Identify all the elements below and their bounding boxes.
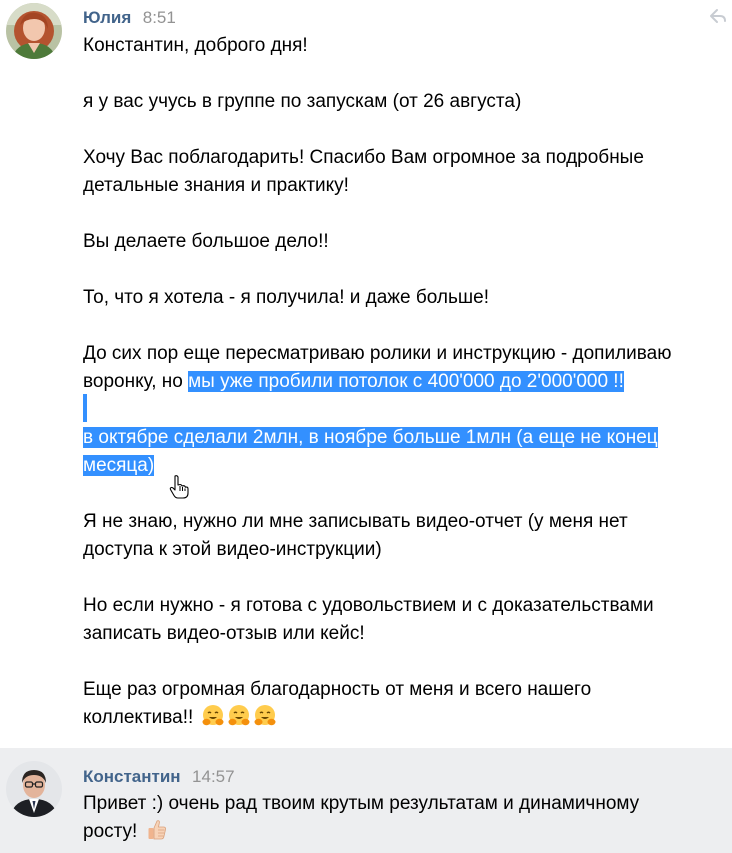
- selected-text: в октябре сделали 2млн, в ноябре больше …: [83, 427, 658, 448]
- message-line: записать видео-отзыв или кейс!: [83, 623, 365, 644]
- message-text: коллектива!!: [83, 707, 199, 728]
- author-name[interactable]: Константин: [83, 767, 181, 786]
- message-line: Константин, доброго дня!: [83, 35, 308, 56]
- message-line: Вы делаете большое дело!!: [83, 231, 329, 252]
- message-konstantin: Константин 14:57 Привет :) очень рад тво…: [0, 748, 732, 853]
- message-text: воронку, но: [83, 371, 189, 392]
- message-line: я у вас учусь в группе по запускам (от 2…: [83, 91, 522, 112]
- message-line: Привет :) очень рад твоим крутым результ…: [83, 793, 640, 814]
- message-header: Юлия 8:51: [83, 8, 176, 30]
- hand-pointer-cursor-icon: [168, 474, 190, 500]
- avatar-yulia[interactable]: [6, 3, 62, 59]
- message-line: месяца): [83, 452, 155, 480]
- message-time[interactable]: 8:51: [143, 8, 176, 27]
- message-text: росту!: [83, 821, 143, 842]
- message-line: воронку, но мы уже пробили потолок с 400…: [83, 368, 624, 396]
- thumbs-up-icon: [145, 818, 169, 842]
- message-time[interactable]: 14:57: [192, 767, 235, 786]
- hugging-face-icon: [227, 704, 251, 728]
- message-header: Константин 14:57: [83, 767, 235, 789]
- author-name[interactable]: Юлия: [83, 8, 131, 27]
- message-line: Хочу Вас поблагодарить! Спасибо Вам огро…: [83, 147, 644, 168]
- avatar-konstantin[interactable]: [6, 761, 62, 817]
- selected-text: мы уже пробили потолок с 400'000 до 2'00…: [188, 371, 624, 392]
- hugging-face-icon: [253, 704, 277, 728]
- message-line: Я не знаю, нужно ли мне записывать видео…: [83, 511, 628, 532]
- message-line: в октябре сделали 2млн, в ноябре больше …: [83, 424, 658, 452]
- hugging-face-icon: [201, 704, 225, 728]
- message-line: Но если нужно - я готова с удовольствием…: [83, 595, 654, 616]
- selection-empty-line: [83, 394, 87, 422]
- message-line: росту!: [83, 818, 169, 846]
- message-line: То, что я хотела - я получила! и даже бо…: [83, 287, 489, 308]
- message-yulia: Юлия 8:51 Константин, доброго дня! я у в…: [0, 0, 732, 748]
- selected-text: месяца): [83, 455, 155, 476]
- message-line: Еще раз огромная благодарность от меня и…: [83, 679, 592, 700]
- reply-arrow-icon[interactable]: [708, 6, 728, 26]
- message-line: До сих пор еще пересматриваю ролики и ин…: [83, 343, 672, 364]
- message-line: коллектива!!: [83, 704, 277, 732]
- message-line: доступа к этой видео-инструкции): [83, 539, 382, 560]
- message-line: детальные знания и практику!: [83, 175, 349, 196]
